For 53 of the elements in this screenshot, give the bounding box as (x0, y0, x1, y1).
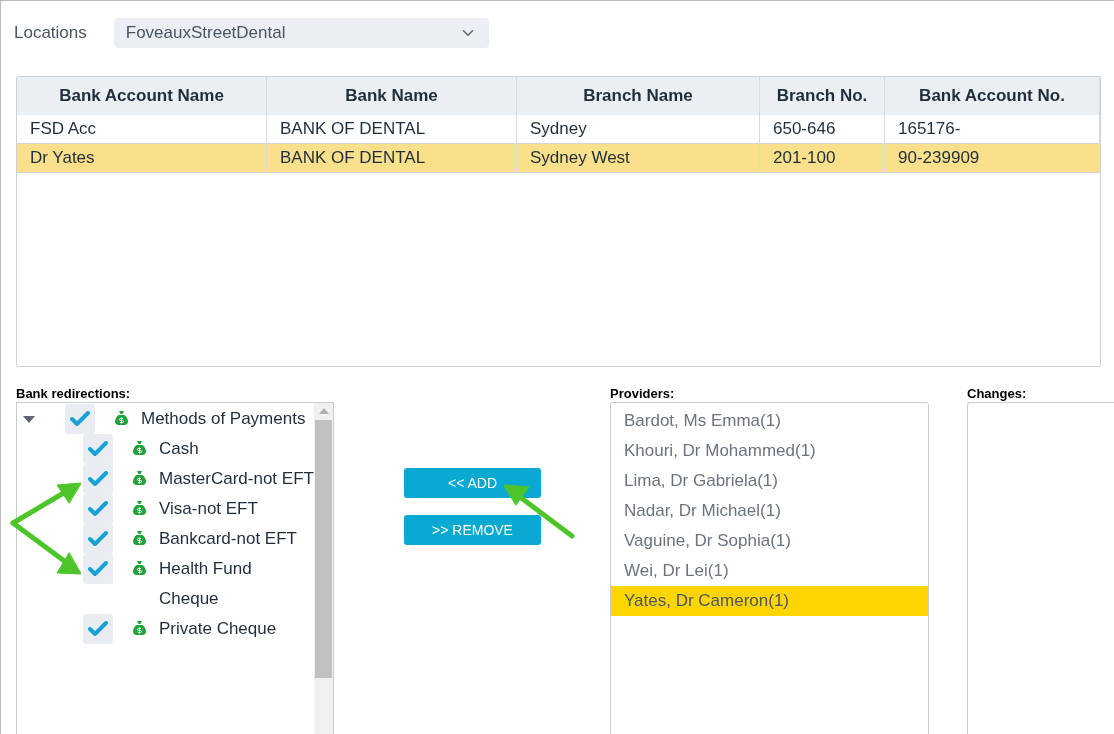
provider-item[interactable]: Khouri, Dr Mohammed(1) (611, 436, 928, 466)
section-label: Changes: (967, 386, 1028, 402)
checkmark-icon (88, 561, 108, 577)
checkbox[interactable] (83, 614, 113, 644)
tree-item-label[interactable]: Visa-not EFT (159, 494, 314, 524)
provider-item[interactable]: Lima, Dr Gabriela(1) (611, 466, 928, 496)
scroll-up-icon[interactable] (318, 408, 329, 414)
money-bag-icon (133, 440, 146, 455)
table-cell: 650-646 (760, 115, 885, 143)
tree-item-label[interactable]: Health Fund Cheque (159, 554, 314, 614)
tree-item-label[interactable]: Cash (159, 434, 314, 464)
table-cell: 201-100 (760, 144, 885, 172)
scrollbar[interactable] (314, 403, 333, 734)
table-cell: BANK OF DENTAL (267, 144, 517, 172)
checkmark-icon (88, 531, 108, 547)
table-cell: Dr Yates (17, 144, 267, 172)
money-bag-icon (133, 470, 146, 485)
tree-item-label[interactable]: Bankcard-not EFT (159, 524, 314, 554)
checkbox[interactable] (83, 434, 113, 464)
table-cell: Sydney (517, 115, 760, 143)
table-cell: BANK OF DENTAL (267, 115, 517, 143)
checkmark-icon (88, 621, 108, 637)
provider-item[interactable]: Bardot, Ms Emma(1) (611, 406, 928, 436)
money-bag-icon (133, 620, 146, 635)
checkbox[interactable] (65, 404, 95, 434)
tree-item-label[interactable]: Methods of Payments (141, 404, 314, 434)
provider-item[interactable]: Yates, Dr Cameron(1) (611, 586, 928, 616)
checkmark-icon (88, 501, 108, 517)
table-cell: Sydney West (517, 144, 760, 172)
section-label: Bank redirections: (16, 386, 132, 402)
provider-item[interactable]: Nadar, Dr Michael(1) (611, 496, 928, 526)
table-row[interactable]: Dr Yates BANK OF DENTAL Sydney West 201-100 90-239909 (17, 144, 1100, 173)
money-bag-icon (133, 530, 146, 545)
checkmark-icon (70, 411, 90, 427)
caret-icon[interactable] (23, 416, 35, 423)
tree-item-label[interactable]: Private Cheque (159, 614, 314, 644)
scrollbar-thumb[interactable] (315, 420, 332, 678)
locations-dropdown[interactable]: FoveauxStreetDental (113, 18, 489, 48)
table-cell: 165176- (885, 115, 1100, 143)
checkbox[interactable] (83, 554, 113, 584)
locations-label: Locations (14, 22, 87, 45)
money-bag-icon (133, 560, 146, 575)
provider-item[interactable]: Vaguine, Dr Sophia(1) (611, 526, 928, 556)
section-label: Providers: (610, 386, 676, 402)
money-bag-icon (115, 410, 128, 425)
checkmark-icon (88, 471, 108, 487)
table-cell: 90-239909 (885, 144, 1100, 172)
table-cell: FSD Acc (17, 115, 267, 143)
table-row[interactable]: FSD Acc BANK OF DENTAL Sydney 650-646 165176- (17, 115, 1100, 144)
tree-item-label[interactable]: MasterCard-not EFT (159, 464, 314, 494)
provider-item[interactable]: Wei, Dr Lei(1) (611, 556, 928, 586)
money-bag-icon (133, 500, 146, 515)
checkmark-icon (88, 441, 108, 457)
